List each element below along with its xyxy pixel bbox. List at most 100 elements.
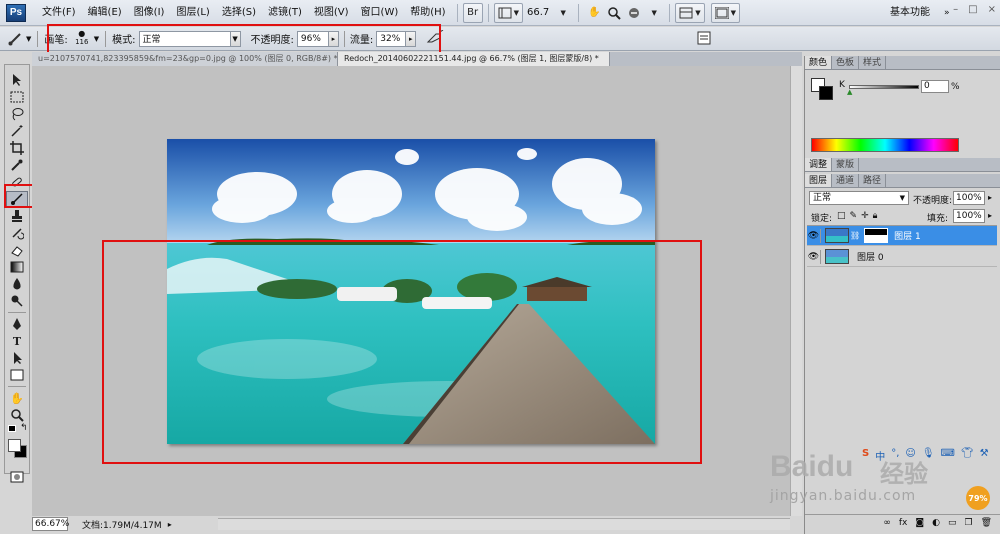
link-layers-icon[interactable]: ∞ [883,518,891,528]
opacity-input[interactable]: 96% [296,30,329,47]
menu-layer[interactable]: 图层(L) [170,0,215,26]
eyedropper-tool[interactable] [6,157,28,173]
chevron-down-icon[interactable]: ▼ [553,3,573,23]
bridge-button[interactable]: Br [462,2,483,23]
brush-panel-icon[interactable] [697,31,711,48]
zoom-level[interactable]: 66.7 [527,7,549,18]
menu-select[interactable]: 选择(S) [216,0,262,26]
eye-icon[interactable]: 👁︎ [807,249,821,264]
blur-tool[interactable] [6,276,28,292]
k-value-input[interactable]: 0 [921,80,949,93]
tab-color[interactable]: 颜色 [805,56,833,69]
layer-row-1[interactable]: 👁︎ ⛓︎ 图层 1 [807,226,997,246]
menu-filter[interactable]: 滤镜(T) [262,0,308,26]
background-color-swatch[interactable] [819,86,833,100]
history-brush-tool[interactable] [6,225,28,241]
brush-picker[interactable]: ● 116 [72,30,92,47]
chain-icon[interactable]: ⛓︎ [850,231,860,240]
chevron-down-icon[interactable]: ▼ [644,3,664,23]
lock-position-icon[interactable]: ✛ [861,211,869,221]
tab-layers[interactable]: 图层 [805,174,833,187]
mask-thumbnail[interactable] [864,228,889,243]
eye-icon[interactable]: 👁︎ [807,228,821,243]
horizontal-scrollbar[interactable] [218,518,790,530]
fill-input[interactable]: 100% [953,209,985,223]
rotate-view-icon[interactable] [624,3,644,23]
chevron-down-icon[interactable]: ▼ [230,30,241,47]
tab-masks[interactable]: 蒙版 [832,158,860,171]
minimize-button[interactable]: – [953,4,958,15]
blend-mode-select[interactable]: 正常 ▼ [809,191,909,205]
fg-bg-colors[interactable] [5,439,29,463]
quick-mask-tool[interactable] [6,469,28,485]
healing-tool[interactable] [6,174,28,190]
chevron-right-icon[interactable]: ▸ [988,211,992,220]
eraser-tool[interactable] [6,242,28,258]
path-selection-tool[interactable] [6,350,28,366]
delete-layer-icon[interactable]: 🗑︎ [981,518,992,528]
adjustment-layer-icon[interactable]: ◐ [932,518,940,528]
chevron-right-icon[interactable]: ▸ [168,520,172,529]
chevron-right-icon[interactable]: ▸ [406,30,417,47]
zoom-icon[interactable] [604,3,624,23]
magic-wand-tool[interactable] [6,123,28,139]
tab-adjustments[interactable]: 调整 [805,158,833,171]
brush-tool[interactable] [6,191,28,207]
marquee-tool[interactable] [6,89,28,105]
zoom-tool[interactable] [6,407,28,423]
foreground-color-swatch[interactable] [8,439,21,452]
mode-select[interactable]: 正常 [138,30,231,47]
k-slider[interactable] [849,85,919,89]
color-swatches[interactable]: ↰ [5,423,29,439]
type-tool[interactable]: T [6,333,28,349]
dodge-tool[interactable] [6,293,28,309]
close-button[interactable]: × [988,4,996,15]
tab-channels[interactable]: 通道 [832,174,860,187]
swap-colors-icon[interactable]: ↰ [20,423,28,433]
screen-mode-button[interactable]: ▼ [710,2,741,23]
zoom-status-input[interactable]: 66.67% [32,517,69,531]
shape-tool[interactable] [6,367,28,383]
menu-view[interactable]: 视图(V) [308,0,355,26]
chevron-down-icon[interactable]: ▼ [94,35,99,43]
clone-stamp-tool[interactable] [6,208,28,224]
document-image[interactable] [167,139,655,444]
chevron-right-icon[interactable]: ▸ [988,193,992,202]
new-layer-icon[interactable]: ❐ [964,518,972,528]
lock-image-icon[interactable]: ✎ [850,211,858,221]
double-chevron-icon[interactable]: » [944,0,950,26]
menu-image[interactable]: 图像(I) [128,0,171,26]
gradient-tool[interactable] [6,259,28,275]
layer-opacity-input[interactable]: 100% [953,191,985,205]
menu-window[interactable]: 窗口(W) [355,0,405,26]
mini-bridge-button[interactable]: ▼ [493,2,523,23]
layer-row-0[interactable]: 👁︎ 图层 0 [807,247,997,267]
tool-preset-picker[interactable]: ▼ [8,32,31,46]
hand-tool[interactable]: ✋ [6,390,28,406]
document-tab-active[interactable]: Redoch_20140602221151.44.jpg @ 66.7% (图层… [338,52,610,66]
pen-tool[interactable] [6,316,28,332]
lock-transparent-icon[interactable]: □ [837,211,846,221]
workspace-switcher[interactable]: 基本功能 [890,0,930,26]
add-mask-icon[interactable]: ◙ [915,518,924,528]
maximize-button[interactable]: □ [968,4,977,15]
lock-all-icon[interactable]: 🔒︎ [873,211,878,221]
tab-styles[interactable]: 样式 [859,56,887,69]
canvas-area[interactable] [32,66,802,516]
move-tool[interactable] [6,72,28,88]
hand-icon[interactable]: ✋ [584,3,604,23]
slider-handle-icon[interactable]: ▲ [847,88,852,96]
chevron-right-icon[interactable]: ▸ [328,30,339,47]
vertical-scrollbar[interactable] [790,66,802,516]
tab-paths[interactable]: 路径 [859,174,887,187]
arrange-documents-button[interactable]: ▼ [675,2,705,23]
menu-edit[interactable]: 编辑(E) [82,0,128,26]
lasso-tool[interactable] [6,106,28,122]
layer-style-icon[interactable]: fx [899,518,908,528]
default-colors-icon[interactable] [8,425,16,432]
crop-tool[interactable] [6,140,28,156]
menu-help[interactable]: 帮助(H) [404,0,451,26]
menu-file[interactable]: 文件(F) [36,0,82,26]
flow-input[interactable]: 32% [376,30,407,47]
airbrush-icon[interactable] [426,29,444,47]
